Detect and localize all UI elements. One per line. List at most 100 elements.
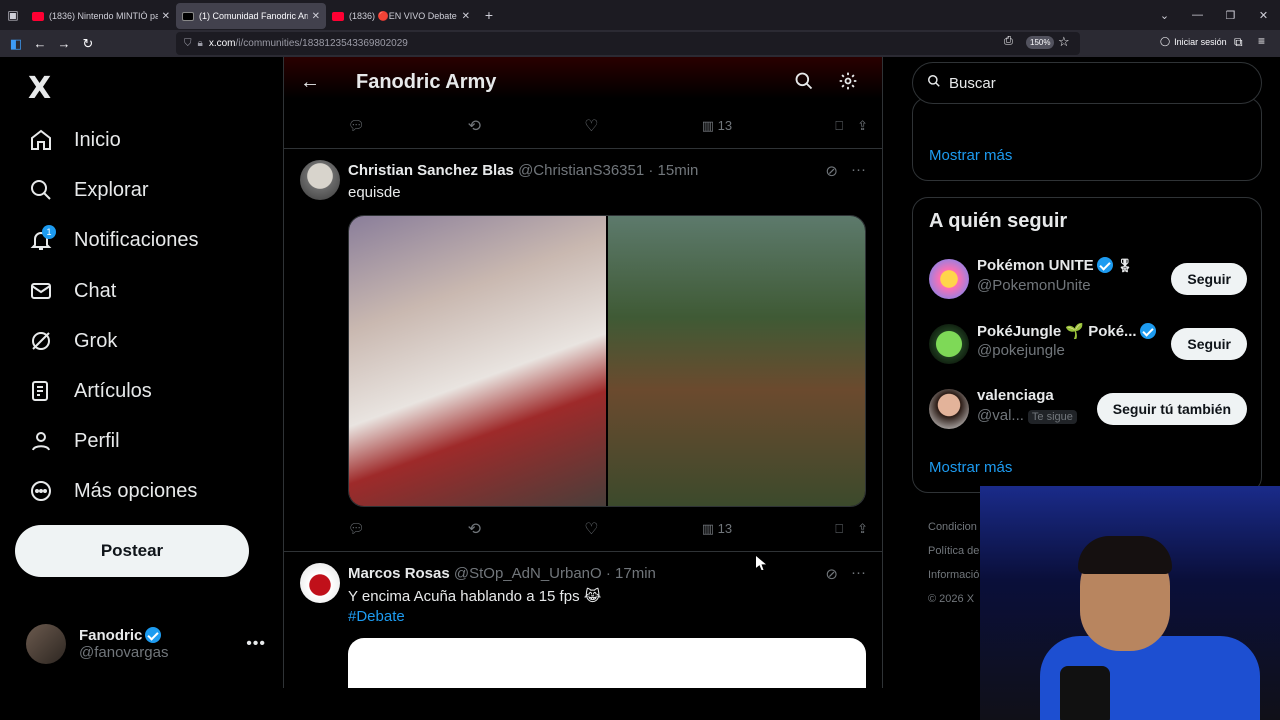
user-name[interactable]: Pokémon UNITE — [977, 257, 1094, 274]
user-handle[interactable]: @pokejungle — [977, 342, 1065, 359]
tweet-media[interactable] — [348, 215, 866, 507]
browser-tab-2[interactable]: (1) Comunidad Fanodric Army / ✕ — [176, 3, 326, 29]
sidebar-item-mas-opciones[interactable]: Más opciones — [28, 471, 197, 511]
sidebar-item-chat[interactable]: Chat — [28, 271, 116, 311]
like-icon[interactable]: ♡ — [584, 519, 598, 539]
tweet-hashtag[interactable]: #Debate — [348, 608, 405, 625]
more-dots-icon[interactable]: ··· — [851, 161, 866, 178]
views-value: 13 — [717, 521, 733, 536]
sidebar-item-articulos[interactable]: Artículos — [28, 371, 152, 411]
avatar[interactable] — [300, 160, 340, 200]
footer-link[interactable]: Condicion — [928, 515, 979, 539]
sidebar-item-perfil[interactable]: Perfil — [28, 421, 120, 461]
grok-icon[interactable]: ⊘ — [825, 565, 838, 583]
sidebar-item-inicio[interactable]: Inicio — [28, 120, 121, 160]
avatar[interactable] — [300, 563, 340, 603]
follow-button[interactable]: Seguir — [1171, 328, 1247, 360]
tweet-time[interactable]: · 15min — [648, 162, 698, 179]
share-icon[interactable]: ⇪ — [857, 118, 868, 134]
restore-icon[interactable]: ❐ — [1214, 9, 1247, 22]
share-icon[interactable]: ⇪ — [857, 521, 868, 537]
streamer-hair — [1078, 536, 1172, 574]
who-to-follow-box: A quién seguir Pokémon UNITE 🎖︎ @PokemonU… — [912, 197, 1262, 493]
footer-link[interactable]: Informació — [928, 563, 979, 587]
sidebar-item-explorar[interactable]: Explorar — [28, 170, 148, 210]
signin-button[interactable]: ◯ Iniciar sesión — [1160, 36, 1227, 47]
sidebar-toggle-icon[interactable]: ◧ — [4, 32, 28, 56]
browser-tab-3[interactable]: (1836) 🔴EN VIVO Debate pres ✕ — [326, 3, 476, 29]
views-value: 13 — [717, 118, 733, 133]
avatar[interactable] — [929, 324, 969, 364]
tweet-author-name[interactable]: Christian Sanchez Blas — [348, 162, 514, 179]
tweet-author-handle[interactable]: @ChristianS36351 — [518, 162, 644, 179]
back-icon[interactable]: ← — [28, 32, 52, 56]
bookmark-icon[interactable]: ⎕ — [835, 521, 843, 537]
forward-icon[interactable]: → — [52, 32, 76, 56]
tweet-author-name[interactable]: Marcos Rosas — [348, 565, 450, 582]
extensions-icon[interactable]: ⧉ — [1234, 35, 1243, 50]
footer-link[interactable]: Política de — [928, 539, 979, 563]
account-switcher[interactable]: Fanodric @fanovargas ••• — [26, 623, 266, 665]
close-tab-icon[interactable]: ✕ — [162, 11, 170, 22]
views-icon: ▥ — [701, 118, 718, 133]
avatar[interactable] — [929, 259, 969, 299]
minimize-icon[interactable]: — — [1181, 9, 1214, 21]
like-icon[interactable]: ♡ — [584, 116, 598, 136]
gear-icon[interactable] — [838, 71, 858, 96]
sidebar-item-grok[interactable]: Grok — [28, 321, 117, 361]
grok-icon[interactable]: ⊘ — [825, 162, 838, 180]
reply-icon[interactable]: 💬︎ — [348, 521, 365, 537]
bookmark-icon[interactable]: ⎕ — [835, 118, 843, 134]
avatar[interactable] — [929, 389, 969, 429]
menu-icon[interactable]: ≡ — [1258, 34, 1265, 48]
tab-overflow-icon[interactable]: ⌄ — [1148, 9, 1181, 22]
reply-icon[interactable]: 💬︎ — [348, 118, 365, 134]
sidebar-item-notificaciones[interactable]: 1 Notificaciones — [28, 220, 199, 260]
follow-suggestion[interactable]: valenciaga @val... Te sigue Seguir tú tam… — [929, 385, 1247, 433]
follow-suggestion[interactable]: PokéJungle 🌱 Poké... @pokejungle Seguir — [929, 320, 1247, 368]
search-icon[interactable] — [794, 71, 814, 96]
url-path: /i/communities/1838123543369802029 — [235, 38, 408, 49]
retweet-icon[interactable]: ⟲ — [468, 519, 481, 539]
back-arrow-icon[interactable]: ← — [300, 71, 320, 94]
zoom-level[interactable]: 150% — [1026, 36, 1055, 49]
close-window-icon[interactable]: ✕ — [1247, 9, 1280, 22]
tweet-actions: 💬︎ ⟲ ♡ ▥ 13 ⎕ ⇪ — [348, 519, 868, 539]
tab-list-icon[interactable]: ▣ — [0, 0, 26, 30]
close-tab-icon[interactable]: ✕ — [312, 11, 320, 22]
grok-icon — [28, 328, 54, 354]
post-button[interactable]: Postear — [15, 525, 249, 577]
close-tab-icon[interactable]: ✕ — [462, 11, 470, 22]
more-dots-icon[interactable]: ••• — [246, 635, 266, 653]
browser-tab-bar: ▣ (1836) Nintendo MINTIÓ para l ✕ (1) Co… — [0, 0, 1280, 30]
follow-back-button[interactable]: Seguir tú también — [1096, 393, 1247, 425]
divider — [284, 148, 882, 149]
tab-title: (1836) 🔴EN VIVO Debate pres — [349, 10, 458, 21]
x-logo-icon[interactable]: X — [28, 71, 51, 106]
show-more-link[interactable]: Mostrar más — [929, 459, 1012, 476]
views-count[interactable]: ▥ 13 — [702, 521, 732, 537]
new-tab-button[interactable]: + — [476, 7, 502, 23]
retweet-icon[interactable]: ⟲ — [468, 116, 481, 136]
browser-tab-1[interactable]: (1836) Nintendo MINTIÓ para l ✕ — [26, 3, 176, 29]
search-placeholder: Buscar — [949, 74, 996, 92]
more-dots-icon[interactable]: ··· — [851, 564, 866, 581]
reload-icon[interactable]: ↻ — [76, 32, 100, 56]
user-name[interactable]: PokéJungle 🌱 Poké... — [977, 323, 1137, 340]
views-count[interactable]: ▥ 13 — [702, 118, 732, 134]
user-handle[interactable]: @val... — [977, 407, 1024, 424]
user-name[interactable]: valenciaga — [977, 387, 1054, 404]
tweet-time[interactable]: · 17min — [606, 565, 656, 582]
follow-suggestion[interactable]: Pokémon UNITE 🎖︎ @PokemonUnite Seguir — [929, 255, 1247, 303]
tweet-author-handle[interactable]: @StOp_AdN_UrbanO — [454, 565, 602, 582]
search-input[interactable]: Buscar — [912, 62, 1262, 104]
follow-button[interactable]: Seguir — [1171, 263, 1247, 295]
user-handle[interactable]: @PokemonUnite — [977, 277, 1091, 294]
tweet-image-left[interactable] — [349, 216, 606, 506]
show-more-link[interactable]: Mostrar más — [929, 147, 1012, 164]
tweet-image-right[interactable] — [608, 216, 865, 506]
reader-icon[interactable]: ⎙ — [1004, 35, 1013, 48]
url-bar[interactable]: ⛉ 🔒︎ x.com/i/communities/183812354336980… — [176, 32, 1080, 55]
bookmark-star-icon[interactable]: ☆ — [1058, 34, 1070, 50]
tweet-media[interactable] — [348, 638, 866, 688]
